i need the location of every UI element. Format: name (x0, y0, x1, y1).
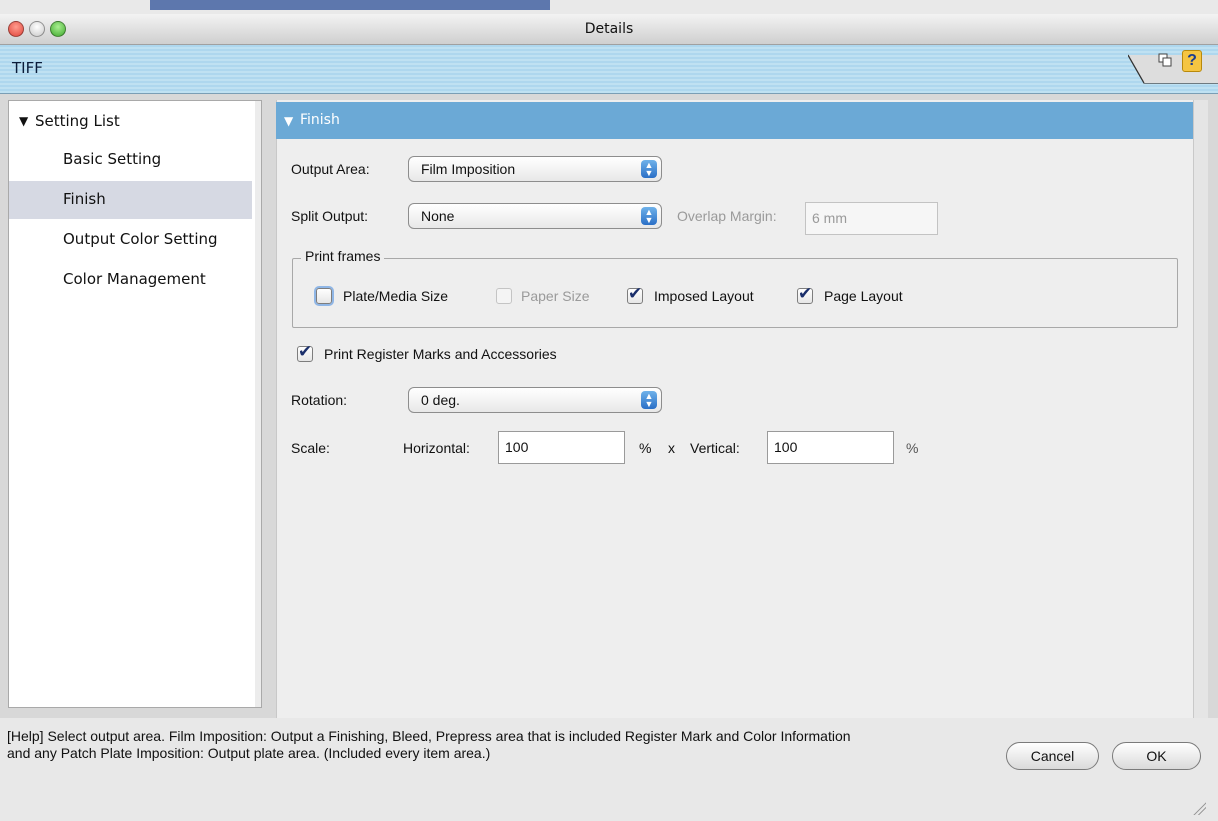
scale-label: Scale: (291, 440, 330, 456)
format-tab-label: TIFF (12, 59, 43, 77)
horizontal-percent-unit: % (639, 440, 652, 456)
help-line-2: and any Patch Plate Imposition: Output p… (7, 745, 491, 761)
sidebar-item-label: Output Color Setting (63, 230, 218, 248)
split-output-value: None (421, 208, 455, 224)
copy-icon[interactable] (1158, 53, 1172, 67)
disclosure-triangle-icon: ▼ (19, 114, 29, 128)
finish-section-header[interactable]: ▼ Finish (276, 102, 1193, 139)
header-tab-shape (1128, 54, 1218, 84)
horizontal-scale-field[interactable]: 100 (498, 431, 625, 464)
sidebar-root-setting-list[interactable]: ▼ Setting List (9, 103, 252, 141)
help-line-1: [Help] Select output area. Film Impositi… (7, 728, 851, 744)
page-layout-checkbox[interactable] (797, 284, 813, 304)
sidebar-root-label: Setting List (35, 112, 120, 130)
vertical-scale-field[interactable]: 100 (767, 431, 894, 464)
horizontal-scale-value: 100 (505, 439, 529, 455)
split-output-select[interactable]: None ▲ ▼ (408, 203, 662, 229)
imposed-layout-checkbox[interactable] (627, 284, 643, 304)
page-layout-label[interactable]: Page Layout (824, 288, 903, 304)
window-title: Details (584, 21, 634, 37)
register-marks-checkbox[interactable] (297, 342, 313, 362)
section-title: Finish (300, 112, 340, 128)
resize-grip-icon[interactable] (1192, 801, 1206, 815)
sidebar-item-label: Basic Setting (63, 150, 162, 168)
scale-times-label: x (668, 440, 675, 456)
register-marks-label[interactable]: Print Register Marks and Accessories (324, 346, 557, 362)
plate-media-size-checkbox[interactable] (316, 288, 332, 304)
popup-arrows-icon: ▲ ▼ (641, 207, 657, 225)
disclosure-triangle-icon: ▼ (284, 114, 294, 128)
sidebar-item-basic-setting[interactable]: Basic Setting (9, 141, 252, 179)
popup-arrows-icon: ▲ ▼ (641, 160, 657, 178)
settings-sidebar: ▼ Setting List Basic Setting Finish Outp… (8, 100, 262, 708)
overlap-margin-label: Overlap Margin: (677, 208, 777, 224)
help-text: [Help] Select output area. Film Impositi… (7, 728, 1007, 762)
output-area-value: Film Imposition (421, 161, 516, 177)
overlap-margin-field[interactable]: 6 mm (805, 202, 938, 235)
imposed-layout-label[interactable]: Imposed Layout (654, 288, 754, 304)
output-area-label: Output Area: (291, 161, 370, 177)
sidebar-item-output-color-setting[interactable]: Output Color Setting (9, 221, 252, 259)
cancel-button[interactable]: Cancel (1006, 742, 1099, 770)
output-area-select[interactable]: Film Imposition ▲ ▼ (408, 156, 662, 182)
sidebar-item-color-management[interactable]: Color Management (9, 261, 252, 299)
sidebar-item-finish[interactable]: Finish (9, 181, 252, 219)
format-tab-bar: TIFF ? (0, 45, 1218, 94)
vertical-scale-value: 100 (774, 439, 798, 455)
overlap-margin-value: 6 mm (812, 210, 847, 226)
title-bar: Details (0, 14, 1218, 45)
background-window-strip (0, 0, 1218, 14)
vertical-percent-unit: % (906, 440, 919, 456)
popup-arrows-icon: ▲ ▼ (641, 391, 657, 409)
ok-button[interactable]: OK (1112, 742, 1201, 770)
plate-media-size-label[interactable]: Plate/Media Size (343, 288, 448, 304)
print-frames-legend: Print frames (301, 248, 385, 264)
sidebar-item-label: Color Management (63, 270, 206, 288)
panel-scroll-rail[interactable] (1193, 100, 1208, 720)
rotation-label: Rotation: (291, 392, 348, 408)
sidebar-item-label: Finish (63, 190, 106, 208)
horizontal-label: Horizontal: (403, 440, 470, 456)
rotation-value: 0 deg. (421, 392, 460, 408)
vertical-label: Vertical: (690, 440, 740, 456)
paper-size-checkbox[interactable] (496, 288, 512, 304)
background-window-bar (150, 0, 550, 10)
split-output-label: Split Output: (291, 208, 369, 224)
paper-size-label[interactable]: Paper Size (521, 288, 589, 304)
help-icon[interactable]: ? (1182, 50, 1202, 72)
rotation-select[interactable]: 0 deg. ▲ ▼ (408, 387, 662, 413)
